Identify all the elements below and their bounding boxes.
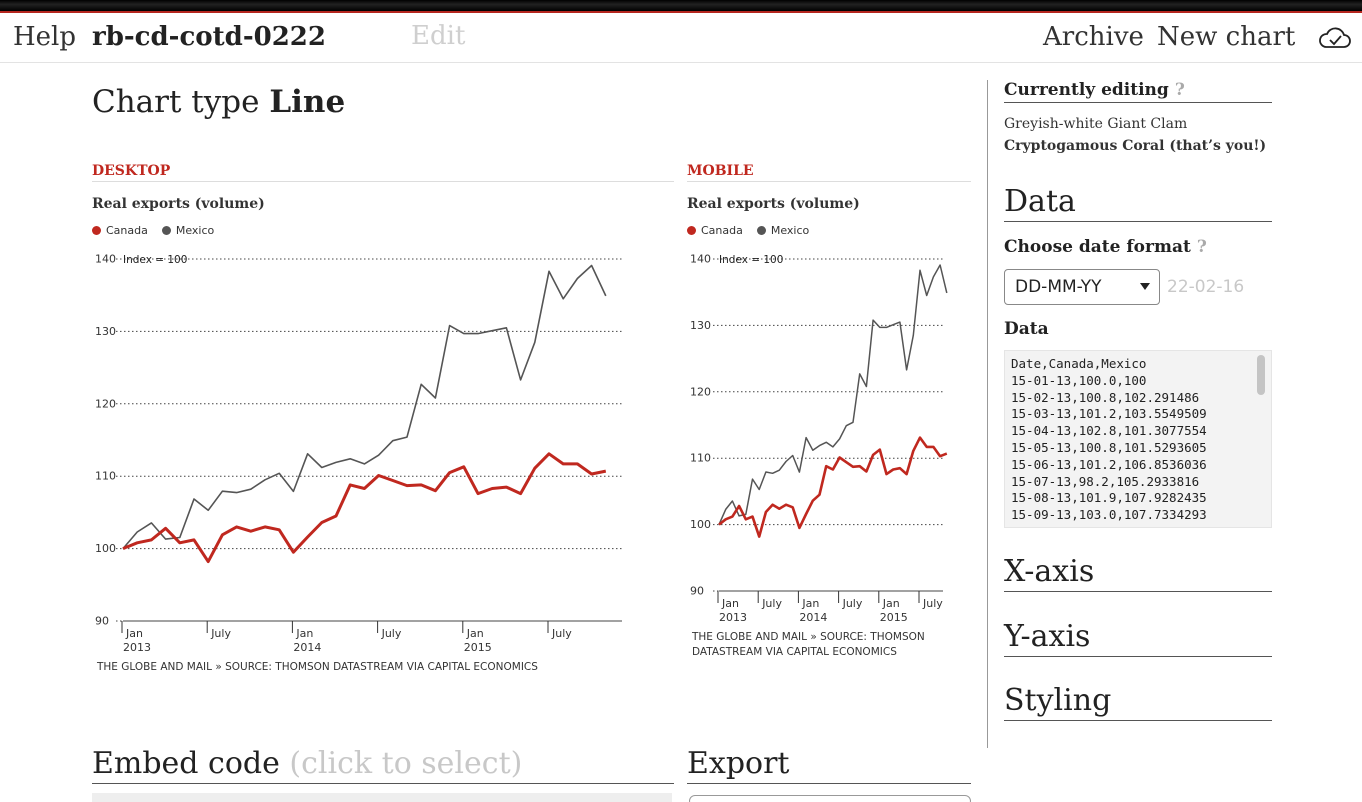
data-row: Date,Canada,Mexico <box>1011 356 1147 371</box>
mobile-chart-title: Real exports (volume) <box>687 196 860 212</box>
editor-name-self: Cryptogamous Coral (that’s you!) <box>1004 138 1267 154</box>
data-row: 15-03-13,101.2,103.5549509 <box>1011 406 1207 422</box>
nav-bar: Help rb-cd-cotd-0222 Edit Archive New ch… <box>0 15 1362 63</box>
data-row: 15-09-13,103.0,107.7334293 <box>1011 507 1207 523</box>
data-row: 15-06-13,101.2,106.8536036 <box>1011 456 1207 472</box>
x-tick-month: July <box>842 597 863 610</box>
index-annotation: Index = 100 <box>123 254 187 266</box>
x-tick-month: July <box>922 597 943 610</box>
x-tick-month: Jan <box>882 597 900 610</box>
mobile-source-line-1: THE GLOBE AND MAIL » SOURCE: THOMSON <box>692 631 925 643</box>
legend-item-mexico: Mexico <box>161 224 214 237</box>
y-tick-label: 140 <box>690 253 711 266</box>
legend-item-canada: Canada <box>92 224 148 237</box>
series-line-mexico <box>122 264 607 550</box>
y-tick-label: 120 <box>95 397 116 410</box>
x-tick-year: 2013 <box>719 611 747 624</box>
data-row: 15-04-13,102.8,101.3077554 <box>1011 423 1207 439</box>
data-row: 15-07-13,98.2,105.2933816 <box>1011 473 1200 489</box>
series-line-mexico <box>718 264 948 525</box>
x-tick-year: 2015 <box>880 611 908 624</box>
date-format-select[interactable]: DD-MM-YY <box>1004 269 1160 305</box>
index-annotation: Index = 100 <box>719 254 783 266</box>
help-question-icon[interactable]: ? <box>1197 237 1207 257</box>
data-row: 15-01-13,100.0,100 <box>1011 372 1147 388</box>
x-tick-month: Jan <box>721 597 739 610</box>
mexico-dot-icon <box>756 226 766 235</box>
mobile-line-chart: 90100110120130140 Index = 100Jan2013July J… <box>690 253 948 624</box>
y-tick-label: 120 <box>690 385 711 398</box>
styling-section-heading[interactable]: Styling <box>1004 683 1272 721</box>
cloud-check-icon[interactable] <box>1318 25 1352 51</box>
series-line-canada <box>718 436 948 538</box>
y-tick-label: 100 <box>690 518 711 531</box>
x-tick-year: 2014 <box>293 641 321 654</box>
top-accent-bar <box>0 0 1362 15</box>
x-tick-year: 2013 <box>123 641 151 654</box>
help-link[interactable]: Help <box>13 22 76 52</box>
canada-dot-icon <box>687 226 696 235</box>
archive-link[interactable]: Archive <box>1043 22 1144 52</box>
date-format-label: Choose date format? <box>1004 237 1207 257</box>
legend-item-canada: Canada <box>687 224 743 237</box>
chart-type-value[interactable]: Line <box>269 84 345 120</box>
mexico-dot-icon <box>161 226 171 235</box>
chart-type-heading: Chart type Line <box>92 84 345 120</box>
chart-slug: rb-cd-cotd-0222 <box>92 22 326 52</box>
export-button[interactable] <box>689 795 971 802</box>
desktop-legend: Canada Mexico <box>92 224 214 237</box>
embed-code-heading: Embed code (click to select) <box>92 746 674 784</box>
data-row: 15-08-13,101.9,107.9282435 <box>1011 490 1207 506</box>
mobile-source: THE GLOBE AND MAIL » SOURCE: THOMSON DAT… <box>692 630 925 660</box>
x-tick-year: 2015 <box>464 641 492 654</box>
data-row: 15-02-13,100.8,102.291486 <box>1011 389 1200 405</box>
y-tick-label: 130 <box>95 325 116 338</box>
desktop-source: THE GLOBE AND MAIL » SOURCE: THOMSON DAT… <box>97 661 538 673</box>
chart-type-label: Chart type <box>92 84 260 120</box>
mobile-source-line-2: DATASTREAM VIA CAPITAL ECONOMICS <box>692 646 897 658</box>
x-tick-month: Jan <box>125 627 143 640</box>
data-row: 15-05-13,100.8,101.5293605 <box>1011 439 1207 455</box>
y-tick-label: 110 <box>95 470 116 483</box>
data-textarea-label: Data <box>1004 319 1049 339</box>
editor-name: Greyish-white Giant Clam <box>1004 116 1188 132</box>
edit-link[interactable]: Edit <box>411 21 465 51</box>
y-tick-label: 130 <box>690 319 711 332</box>
legend-item-mexico: Mexico <box>756 224 809 237</box>
y-tick-label: 140 <box>95 253 116 266</box>
x-tick-month: July <box>381 627 402 640</box>
series-line-canada <box>122 452 607 564</box>
dropdown-arrow-icon <box>1140 283 1150 290</box>
help-question-icon[interactable]: ? <box>1175 80 1185 100</box>
desktop-chart-title: Real exports (volume) <box>92 196 265 212</box>
y-tick-label: 100 <box>95 542 116 555</box>
desktop-line-chart: 90100110120130140 Index = 100Jan2013July J… <box>95 253 622 654</box>
y-tick-label: 90 <box>95 615 109 628</box>
y-tick-label: 110 <box>690 452 711 465</box>
embed-code-box[interactable] <box>92 793 672 802</box>
currently-editing-heading: Currently editing? <box>1004 80 1272 103</box>
textarea-scrollbar[interactable] <box>1257 355 1265 395</box>
x-tick-month: Jan <box>466 627 484 640</box>
x-axis-section-heading[interactable]: X-axis <box>1004 554 1272 592</box>
x-tick-month: July <box>761 597 782 610</box>
x-tick-month: July <box>210 627 231 640</box>
x-tick-year: 2014 <box>799 611 827 624</box>
mobile-legend: Canada Mexico <box>687 224 809 237</box>
new-chart-link[interactable]: New chart <box>1157 22 1295 52</box>
y-tick-label: 90 <box>690 585 704 598</box>
desktop-section-label: DESKTOP <box>92 163 674 182</box>
x-tick-month: July <box>551 627 572 640</box>
sidebar-divider <box>987 80 988 748</box>
canada-dot-icon <box>92 226 101 235</box>
y-axis-section-heading[interactable]: Y-axis <box>1004 619 1272 657</box>
data-section-heading[interactable]: Data <box>1004 184 1272 222</box>
export-heading: Export <box>687 746 971 784</box>
mobile-section-label: MOBILE <box>687 163 971 182</box>
date-format-sample: 22-02-16 <box>1167 277 1245 297</box>
x-tick-month: Jan <box>295 627 313 640</box>
x-tick-month: Jan <box>801 597 819 610</box>
data-textarea[interactable]: Date,Canada,Mexico 15-01-13,100.0,100 15-0… <box>1004 350 1272 528</box>
embed-hint: (click to select) <box>289 746 523 781</box>
